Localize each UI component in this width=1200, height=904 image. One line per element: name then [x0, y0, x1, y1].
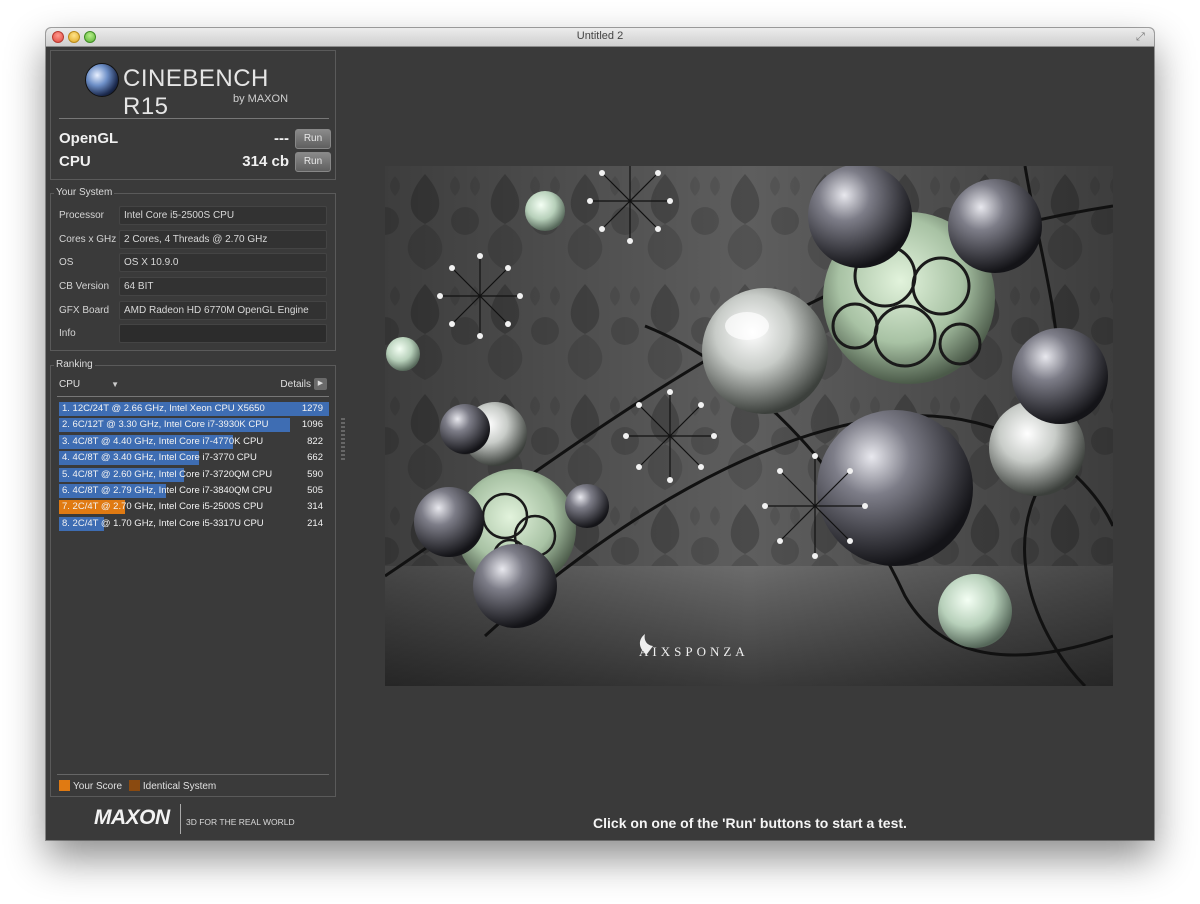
system-key: GFX Board: [59, 305, 110, 316]
app-window: Untitled 2 ⤢ CINEBENCH R15 by MAXON Open…: [46, 28, 1154, 840]
cinebench-sphere-icon: [85, 63, 119, 97]
ranking-test-value: CPU: [59, 379, 81, 390]
your-system-panel: Processor Intel Core i5-2500S CPU Cores …: [50, 193, 336, 351]
ranking-row-score: 1279: [301, 403, 323, 414]
details-arrow-button[interactable]: ▶: [314, 378, 327, 390]
your-system-title: Your System: [54, 187, 115, 198]
ranking-legend: Your Score Identical System: [59, 780, 216, 792]
ranking-row-label: 4. 4C/8T @ 3.40 GHz, Intel Core i7-3770 …: [62, 452, 257, 464]
ranking-panel: CPU ▼ Details ▶ 1. 12C/24T @ 2.66 GHz, I…: [50, 365, 336, 797]
ranking-row[interactable]: 4. 4C/8T @ 3.40 GHz, Intel Core i7-3770 …: [59, 450, 329, 466]
window-title: Untitled 2: [576, 30, 624, 42]
ranking-row[interactable]: 7. 2C/4T @ 2.70 GHz, Intel Core i5-2500S…: [59, 499, 329, 515]
render-preview-image: AIXSPONZA: [385, 166, 1113, 686]
system-row-cores: Cores x GHz 2 Cores, 4 Threads @ 2.70 GH…: [57, 230, 331, 250]
maxon-logo: MAXON: [94, 806, 170, 829]
panel-splitter-handle[interactable]: [341, 418, 345, 464]
logo-byline: by MAXON: [233, 93, 289, 105]
ranking-list: 1. 12C/24T @ 2.66 GHz, Intel Xeon CPU X5…: [59, 401, 329, 532]
details-label[interactable]: Details: [280, 379, 311, 390]
opengl-run-button[interactable]: Run: [295, 129, 331, 149]
ranking-row-label: 6. 4C/8T @ 2.79 GHz, Intel Core i7-3840Q…: [62, 484, 273, 496]
ranking-row[interactable]: 6. 4C/8T @ 2.79 GHz, Intel Core i7-3840Q…: [59, 483, 329, 499]
ranking-title: Ranking: [54, 359, 95, 370]
divider: [57, 396, 329, 397]
cpu-score: 314 cb: [242, 153, 289, 170]
status-message: Click on one of the 'Run' buttons to sta…: [593, 815, 907, 831]
system-key: CB Version: [59, 281, 110, 292]
ranking-row-label: 3. 4C/8T @ 4.40 GHz, Intel Core i7-4770K…: [62, 435, 264, 447]
system-value: Intel Core i5-2500S CPU: [119, 206, 327, 225]
system-row-info: Info: [57, 324, 331, 344]
ranking-row-label: 2. 6C/12T @ 3.30 GHz, Intel Core i7-3930…: [62, 419, 269, 431]
system-row-gfx-board: GFX Board AMD Radeon HD 6770M OpenGL Eng…: [57, 301, 331, 321]
system-value: AMD Radeon HD 6770M OpenGL Engine: [119, 301, 327, 320]
system-key: Info: [59, 328, 76, 339]
ranking-row-label: 5. 4C/8T @ 2.60 GHz, Intel Core i7-3720Q…: [62, 468, 273, 480]
system-key: Processor: [59, 210, 105, 221]
cinebench-logo: CINEBENCH R15 by MAXON: [85, 63, 315, 120]
ranking-row-score: 662: [307, 452, 323, 464]
info-field[interactable]: [119, 324, 327, 343]
system-key: OS: [59, 257, 74, 268]
aixsponza-brand-label: AIXSPONZA: [639, 644, 749, 659]
ranking-test-select[interactable]: CPU ▼: [59, 378, 119, 392]
ranking-row[interactable]: 5. 4C/8T @ 2.60 GHz, Intel Core i7-3720Q…: [59, 467, 329, 483]
ranking-row[interactable]: 2. 6C/12T @ 3.30 GHz, Intel Core i7-3930…: [59, 417, 329, 433]
opengl-label: OpenGL: [59, 130, 119, 147]
ranking-row-score: 314: [307, 501, 323, 513]
chevron-down-icon: ▼: [111, 380, 119, 389]
cpu-score-row: CPU 314 cb Run: [59, 152, 331, 172]
your-score-swatch: [59, 780, 70, 791]
title-bar: Untitled 2 ⤢: [46, 28, 1154, 47]
ranking-row-label: 1. 12C/24T @ 2.66 GHz, Intel Xeon CPU X5…: [62, 403, 265, 414]
legend-your-score: Your Score: [73, 781, 123, 792]
system-row-processor: Processor Intel Core i5-2500S CPU: [57, 206, 331, 226]
ranking-row-label: 7. 2C/4T @ 2.70 GHz, Intel Core i5-2500S…: [62, 501, 264, 513]
ranking-row-score: 1096: [301, 419, 323, 431]
system-value: 2 Cores, 4 Threads @ 2.70 GHz: [119, 230, 327, 249]
ranking-row[interactable]: 3. 4C/8T @ 4.40 GHz, Intel Core i7-4770K…: [59, 434, 329, 450]
ranking-row-score: 505: [307, 484, 323, 496]
opengl-score: ---: [274, 130, 289, 147]
ranking-row-score: 214: [307, 517, 323, 529]
cpu-run-button[interactable]: Run: [295, 152, 331, 172]
system-value: 64 BIT: [119, 277, 327, 296]
legend-identical-system: Identical System: [142, 781, 217, 792]
ranking-row[interactable]: 1. 12C/24T @ 2.66 GHz, Intel Xeon CPU X5…: [59, 401, 329, 417]
cpu-label: CPU: [59, 153, 91, 170]
divider: [180, 804, 181, 834]
maxon-tagline: 3D FOR THE REAL WORLD: [186, 817, 295, 827]
opengl-score-row: OpenGL --- Run: [59, 129, 331, 149]
ranking-row[interactable]: 8. 2C/4T @ 1.70 GHz, Intel Core i5-3317U…: [59, 516, 329, 532]
divider: [59, 118, 329, 119]
ranking-row-score: 822: [307, 435, 323, 447]
system-value: OS X 10.9.0: [119, 253, 327, 272]
fullscreen-icon[interactable]: ⤢: [1136, 31, 1148, 43]
ranking-row-label: 8. 2C/4T @ 1.70 GHz, Intel Core i5-3317U…: [62, 517, 264, 529]
identical-system-swatch: [128, 780, 140, 791]
system-key: Cores x GHz: [59, 234, 117, 245]
system-row-cb-version: CB Version 64 BIT: [57, 277, 331, 297]
divider: [57, 774, 329, 775]
system-row-os: OS OS X 10.9.0: [57, 253, 331, 273]
ranking-row-score: 590: [307, 468, 323, 480]
score-panel: CINEBENCH R15 by MAXON OpenGL --- Run CP…: [50, 50, 336, 180]
